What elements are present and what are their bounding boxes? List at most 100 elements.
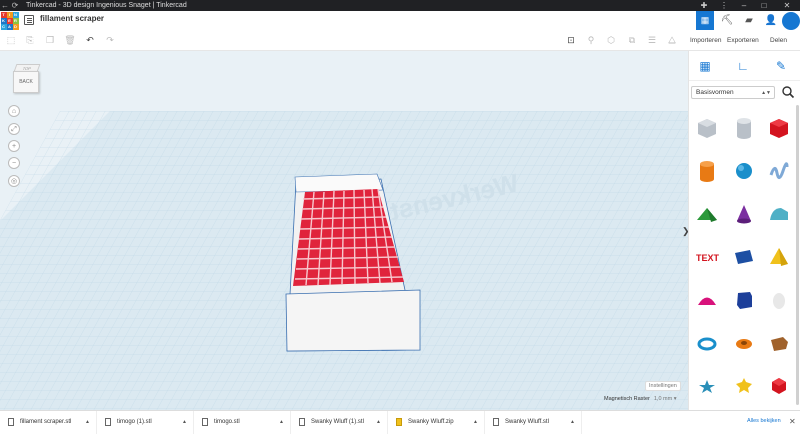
select-caret-icon: ▲▼ (761, 89, 771, 96)
zoom-out-icon[interactable]: − (8, 157, 20, 169)
shape-icosahedron[interactable] (767, 374, 791, 398)
undo-icon[interactable]: ↶ (84, 34, 96, 46)
grid-view-icon[interactable]: ▦ (696, 11, 714, 30)
shape-library-value: Basisvormen (696, 89, 734, 96)
redo-icon[interactable]: ↷ (104, 34, 116, 46)
close-button[interactable]: ✕ (774, 0, 800, 11)
pickaxe-icon[interactable]: ⛏ (718, 11, 736, 30)
export-button[interactable]: Exporteren (727, 37, 759, 44)
new-shape-icon[interactable]: ⬚ (5, 34, 17, 46)
shape-star[interactable] (695, 374, 719, 398)
download-item[interactable]: Swanky Wluff.zip ▲ (388, 410, 485, 434)
fit-view-icon[interactable]: ⤢ (8, 123, 20, 135)
show-all-icon[interactable]: ⊡ (565, 34, 577, 46)
shape-roof[interactable] (695, 202, 719, 226)
delete-icon[interactable]: 🗑 (64, 34, 76, 46)
maximize-button[interactable]: □ (754, 0, 774, 11)
shape-library-select[interactable]: Basisvormen ▲▼ (691, 86, 775, 99)
note-icon[interactable]: ⬡ (605, 34, 617, 46)
snap-label: Magnetisch Raster (604, 396, 650, 402)
shape-heart[interactable] (732, 374, 756, 398)
light-icon[interactable]: ⚲ (585, 34, 597, 46)
svg-text:TEXT: TEXT (696, 253, 719, 263)
zoom-in-icon[interactable]: + (8, 140, 20, 152)
shape-paraboloid[interactable] (695, 288, 719, 312)
file-icon (299, 418, 305, 426)
shape-pyramid[interactable] (767, 245, 791, 269)
shape-text[interactable]: TEXT (695, 245, 719, 269)
shape-half-sphere-blue[interactable] (732, 245, 756, 269)
view-cube-back[interactable]: BACK (13, 71, 39, 93)
back-icon[interactable]: ← (0, 0, 10, 11)
chevron-up-icon[interactable]: ▲ (85, 419, 90, 425)
import-button[interactable]: Importeren (690, 37, 721, 44)
snap-value[interactable]: 1,0 mm ▾ (654, 396, 677, 402)
notes-tab-icon[interactable]: ✎ (772, 57, 790, 75)
perspective-icon[interactable]: ◎ (8, 175, 20, 187)
browser-titlebar: ← ⟳ Tinkercad - 3D design Ingenious Snag… (0, 0, 800, 11)
download-filename: Swanky Wluff.zip (408, 419, 454, 425)
user-add-icon[interactable]: 👤 (762, 11, 780, 30)
align-icon[interactable]: ☰ (646, 34, 658, 46)
download-item[interactable]: Swanky Wluff (1).stl ▲ (291, 410, 388, 434)
blocks-icon[interactable]: ▰ (740, 11, 758, 30)
chevron-up-icon[interactable]: ▲ (182, 419, 187, 425)
minimize-button[interactable]: – (734, 0, 754, 11)
settings-button[interactable]: Instellingen (645, 381, 681, 391)
view-cube[interactable]: TOP BACK (13, 64, 41, 94)
shape-cylinder[interactable] (695, 159, 719, 183)
download-item[interactable]: Swanky Wluff.stl ▲ (485, 410, 582, 434)
extensions-icon[interactable]: ✚ (694, 0, 714, 11)
download-item[interactable]: timogo (1).stl ▲ (97, 410, 194, 434)
shape-box[interactable] (767, 116, 791, 140)
reload-icon[interactable]: ⟳ (10, 0, 20, 11)
shape-egg[interactable] (767, 288, 791, 312)
shape-torus[interactable] (695, 331, 719, 355)
shape-cone[interactable] (732, 202, 756, 226)
group-icon[interactable]: ⧉ (626, 34, 638, 46)
shape-half-sphere-brown[interactable] (767, 331, 791, 355)
file-icon (8, 418, 14, 426)
shape-round-roof[interactable] (767, 202, 791, 226)
workplane-tab-icon[interactable]: ▦ (696, 57, 714, 75)
design-name[interactable]: fillament scraper (40, 14, 104, 23)
download-item[interactable]: fillament scraper.stl ▲ (0, 410, 97, 434)
chevron-up-icon[interactable]: ▲ (473, 419, 478, 425)
search-icon[interactable] (781, 85, 795, 99)
mirror-icon[interactable]: ⧋ (666, 34, 678, 46)
shape-cylinder-hole[interactable] (732, 116, 756, 140)
share-button[interactable]: Delen (770, 37, 787, 44)
shape-scribble[interactable] (767, 159, 791, 183)
file-icon (105, 418, 111, 426)
chevron-up-icon[interactable]: ▲ (376, 419, 381, 425)
file-icon (493, 418, 499, 426)
download-filename: timogo.stl (214, 419, 240, 425)
panel-tabs: ▦ ∟ ✎ (689, 51, 800, 81)
ruler-tab-icon[interactable]: ∟ (734, 57, 752, 75)
paste-icon[interactable]: ⎘ (24, 34, 36, 46)
chevron-up-icon[interactable]: ▲ (279, 419, 284, 425)
workplane-canvas[interactable]: Werkvenster (0, 51, 688, 410)
snap-grid-control[interactable]: Magnetisch Raster 1,0 mm ▾ (604, 396, 677, 402)
download-item[interactable]: timogo.stl ▲ (194, 410, 291, 434)
close-download-bar-icon[interactable]: ✕ (789, 417, 796, 426)
chevron-up-icon[interactable]: ▲ (570, 419, 575, 425)
more-icon[interactable]: ⋮ (714, 0, 734, 11)
download-filename: timogo (1).stl (117, 419, 152, 425)
shape-polygon[interactable] (732, 288, 756, 312)
shape-tube[interactable] (732, 331, 756, 355)
workplane-viewport[interactable]: Werkvenster TOP BACK ⌂ ⤢ + − ◎ ❯ (0, 51, 688, 410)
design-menu-icon[interactable] (24, 15, 34, 25)
avatar[interactable] (782, 11, 800, 30)
duplicate-icon[interactable]: ❐ (44, 34, 56, 46)
header-actions: ▦ ⛏ ▰ 👤 (696, 11, 800, 30)
shape-box-hole[interactable] (695, 116, 719, 140)
tinkercad-logo[interactable]: TIN KER CAD (0, 11, 19, 30)
file-icon (202, 418, 208, 426)
download-filename: fillament scraper.stl (20, 419, 72, 425)
home-view-icon[interactable]: ⌂ (8, 105, 20, 117)
zip-icon (396, 418, 402, 426)
panel-scrollbar[interactable] (796, 105, 799, 405)
shape-sphere[interactable] (732, 159, 756, 183)
show-all-downloads-link[interactable]: Alles bekijken (747, 418, 781, 424)
